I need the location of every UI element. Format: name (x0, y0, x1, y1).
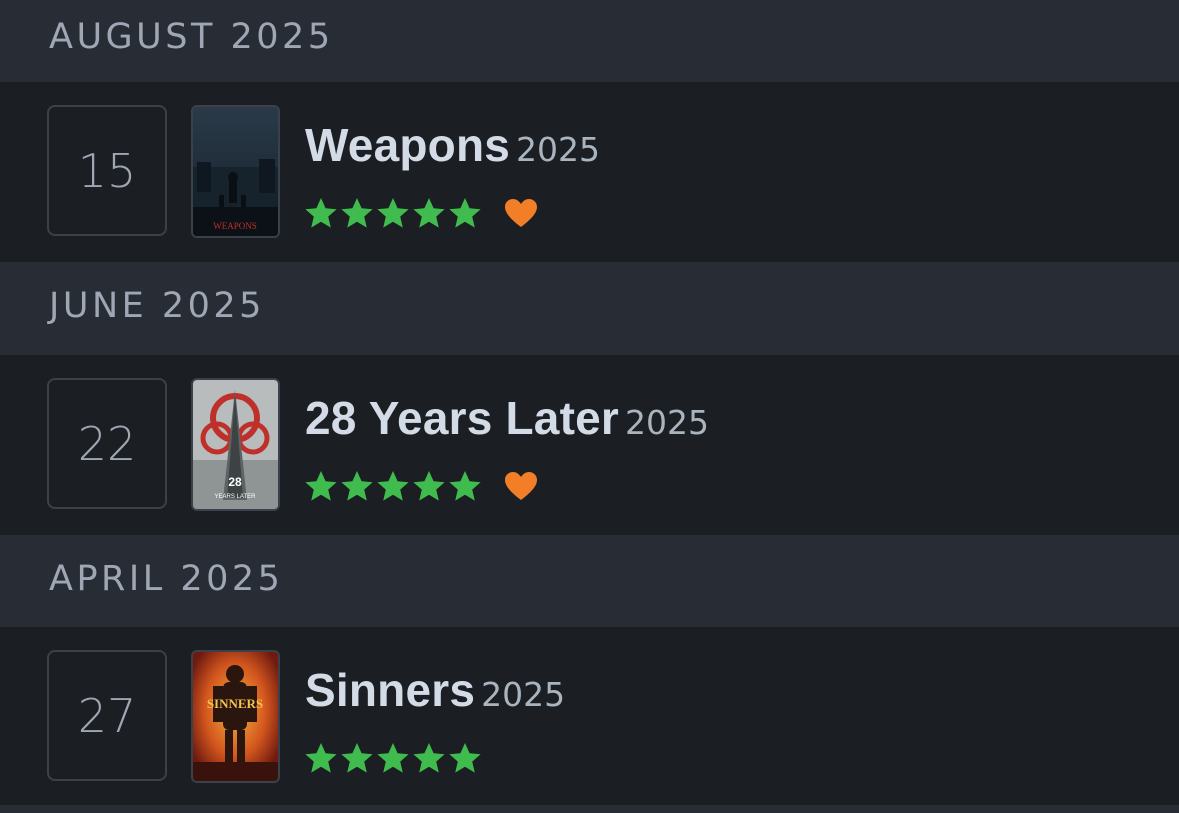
diary-entry-28-years-later[interactable]: 22 28 YEARS LATER 28 Years Later 2025 (0, 355, 1179, 535)
poster-title-text: WEAPONS (213, 221, 257, 231)
heart-icon (505, 199, 537, 227)
month-header-june: JUNE 2025 (0, 262, 1179, 355)
star-icon (341, 198, 373, 228)
poster-image: WEAPONS (193, 107, 278, 236)
rating-row (303, 741, 483, 775)
film-poster-weapons[interactable]: WEAPONS (191, 105, 280, 238)
poster-image: 28 YEARS LATER (193, 380, 278, 509)
poster-title-text: YEARS LATER (215, 494, 257, 500)
poster-title-text: SINNERS (207, 696, 263, 711)
film-title-line[interactable]: Sinners 2025 (305, 663, 565, 717)
day-number: 15 (77, 143, 137, 198)
month-header-august: AUGUST 2025 (0, 0, 1179, 82)
film-year[interactable]: 2025 (625, 403, 709, 442)
star-icon (413, 471, 445, 501)
month-header-april: APRIL 2025 (0, 535, 1179, 627)
star-icon (305, 471, 337, 501)
film-title-line[interactable]: 28 Years Later 2025 (305, 391, 709, 445)
star-icon (377, 471, 409, 501)
film-title-line[interactable]: Weapons 2025 (305, 118, 600, 172)
film-title[interactable]: Sinners (305, 664, 475, 716)
poster-number-text: 28 (228, 475, 242, 489)
diary-entry-weapons[interactable]: 15 WEAPONS Weapons 2025 (0, 82, 1179, 262)
rating-row (303, 469, 539, 503)
star-icon (341, 743, 373, 773)
film-poster-sinners[interactable]: SINNERS (191, 650, 280, 783)
film-year[interactable]: 2025 (481, 675, 565, 714)
film-year[interactable]: 2025 (516, 130, 600, 169)
star-icon (449, 198, 481, 228)
bottom-divider (0, 805, 1179, 810)
star-icon (305, 198, 337, 228)
star-icon (305, 743, 337, 773)
star-icon (449, 743, 481, 773)
heart-icon (505, 472, 537, 500)
diary-list: AUGUST 2025 15 WEAPONS Weapons 2025 JUNE… (0, 0, 1179, 810)
day-box[interactable]: 22 (47, 378, 167, 509)
diary-entry-sinners[interactable]: 27 SINNERS Sinners 2025 (0, 627, 1179, 805)
star-icon (377, 198, 409, 228)
star-icon (341, 471, 373, 501)
star-icon (413, 198, 445, 228)
day-box[interactable]: 27 (47, 650, 167, 781)
month-label: APRIL 2025 (49, 559, 284, 599)
poster-image: SINNERS (193, 652, 278, 781)
day-number: 27 (77, 688, 137, 743)
film-title[interactable]: 28 Years Later (305, 392, 619, 444)
star-icon (413, 743, 445, 773)
month-label: AUGUST 2025 (49, 17, 334, 57)
month-label: JUNE 2025 (49, 286, 265, 326)
rating-row (303, 196, 539, 230)
day-number: 22 (77, 416, 137, 471)
film-title[interactable]: Weapons (305, 119, 510, 171)
film-poster-28-years-later[interactable]: 28 YEARS LATER (191, 378, 280, 511)
star-icon (449, 471, 481, 501)
star-icon (377, 743, 409, 773)
day-box[interactable]: 15 (47, 105, 167, 236)
